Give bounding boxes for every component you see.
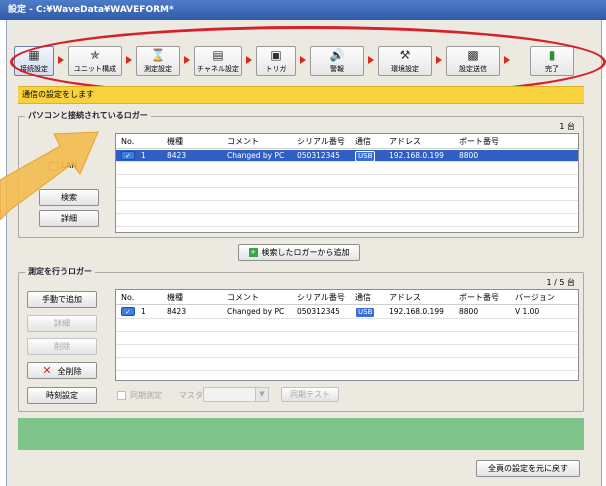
table-row [116,333,578,345]
table-header: No. 機種 コメント シリアル番号 通信 アドレス ポート番号 [116,134,578,149]
row-no: 1 [141,307,146,316]
window-title-bar: 設定 - C:¥WaveData¥WAVEFORM* [0,0,606,20]
column-header: コメント [227,293,259,302]
time-setting-button[interactable]: 時刻設定 [27,387,97,404]
table-row [116,163,578,175]
table-row [116,215,578,227]
column-header: No. [121,137,135,146]
row-no: 1 [141,151,146,160]
measurement-loggers-table: No. 機種 コメント シリアル番号 通信 アドレス ポート番号 バージョン ✓… [115,289,579,381]
row-serial: 050312345 [297,151,340,160]
delete-all-label: 全削除 [57,367,82,376]
master-select[interactable]: ▼ [203,387,269,402]
usb-badge: USB [355,307,376,318]
measurement-loggers-group: 測定を行うロガー 1 / 5 台 手動で追加 詳細 削除 ✕ 全削除 時刻設定 N… [18,266,584,412]
row-model: 8423 [167,307,187,316]
column-header: 機種 [167,137,183,146]
usb-badge: USB [355,151,376,162]
row-comm: USB [352,150,376,162]
row-check-icon[interactable]: ✓ [121,151,135,160]
column-header: ポート番号 [459,137,499,146]
row-version: V 1.00 [515,307,540,316]
add-from-search-label: 検索したロガーから追加 [261,248,350,257]
delete-all-button[interactable]: ✕ 全削除 [27,362,97,379]
column-header: シリアル番号 [297,137,345,146]
table-row[interactable]: ✓ 1 8423 Changed by PC 050312345 USB 192… [116,150,578,162]
row-address: 192.168.0.199 [389,151,444,160]
row-comment: Changed by PC [227,151,285,160]
table-row [116,359,578,371]
connected-loggers-count: 1 台 [559,122,575,131]
column-header: アドレス [389,293,421,302]
column-header: コメント [227,137,259,146]
status-area [18,418,584,450]
column-header: シリアル番号 [297,293,345,302]
add-icon: + [248,248,258,257]
column-header: バージョン [515,293,555,302]
column-header: No. [121,293,135,302]
measurement-loggers-title: 測定を行うロガー [25,266,95,278]
add-from-search-button[interactable]: + 検索したロガーから追加 [238,244,360,261]
table-row [116,202,578,214]
row-comment: Changed by PC [227,307,285,316]
row-check-icon[interactable]: ✓ [121,307,135,316]
delete-x-icon: ✕ [42,364,52,377]
restore-all-settings-button[interactable]: 全頁の設定を元に戻す [476,460,580,477]
row-address: 192.168.0.199 [389,307,444,316]
sync-measure-label: 同期測定 [130,391,162,400]
pointer-arrow-overlay [0,131,99,220]
measurement-loggers-count: 1 / 5 台 [546,278,575,287]
delete-button[interactable]: 削除 [27,338,97,355]
table-row[interactable]: ✓ 1 8423 Changed by PC 050312345 USB 192… [116,306,578,319]
window-title: 設定 - C:¥WaveData¥WAVEFORM* [8,5,174,15]
detail-button-disabled[interactable]: 詳細 [27,315,97,332]
column-header: ポート番号 [459,293,499,302]
column-header: 通信 [355,293,371,302]
connected-loggers-table: No. 機種 コメント シリアル番号 通信 アドレス ポート番号 ✓ 1 842… [115,133,579,233]
table-row [116,346,578,358]
column-header: 機種 [167,293,183,302]
instruction-bar: 通信の設定をします [18,86,584,104]
column-header: 通信 [355,137,371,146]
chevron-down-icon: ▼ [255,388,268,401]
row-model: 8423 [167,151,187,160]
instruction-text: 通信の設定をします [22,90,94,99]
row-port: 8800 [459,307,479,316]
row-serial: 050312345 [297,307,340,316]
manual-add-button[interactable]: 手動で追加 [27,291,97,308]
row-port: 8800 [459,151,479,160]
sync-measure-checkbox[interactable] [117,391,126,400]
sync-test-button[interactable]: 同期テスト [281,387,339,402]
table-row [116,189,578,201]
table-row [116,320,578,332]
master-label: マスタ [179,391,203,400]
row-comm: USB [352,306,376,318]
table-header: No. 機種 コメント シリアル番号 通信 アドレス ポート番号 バージョン [116,290,578,305]
table-row [116,176,578,188]
column-header: アドレス [389,137,421,146]
